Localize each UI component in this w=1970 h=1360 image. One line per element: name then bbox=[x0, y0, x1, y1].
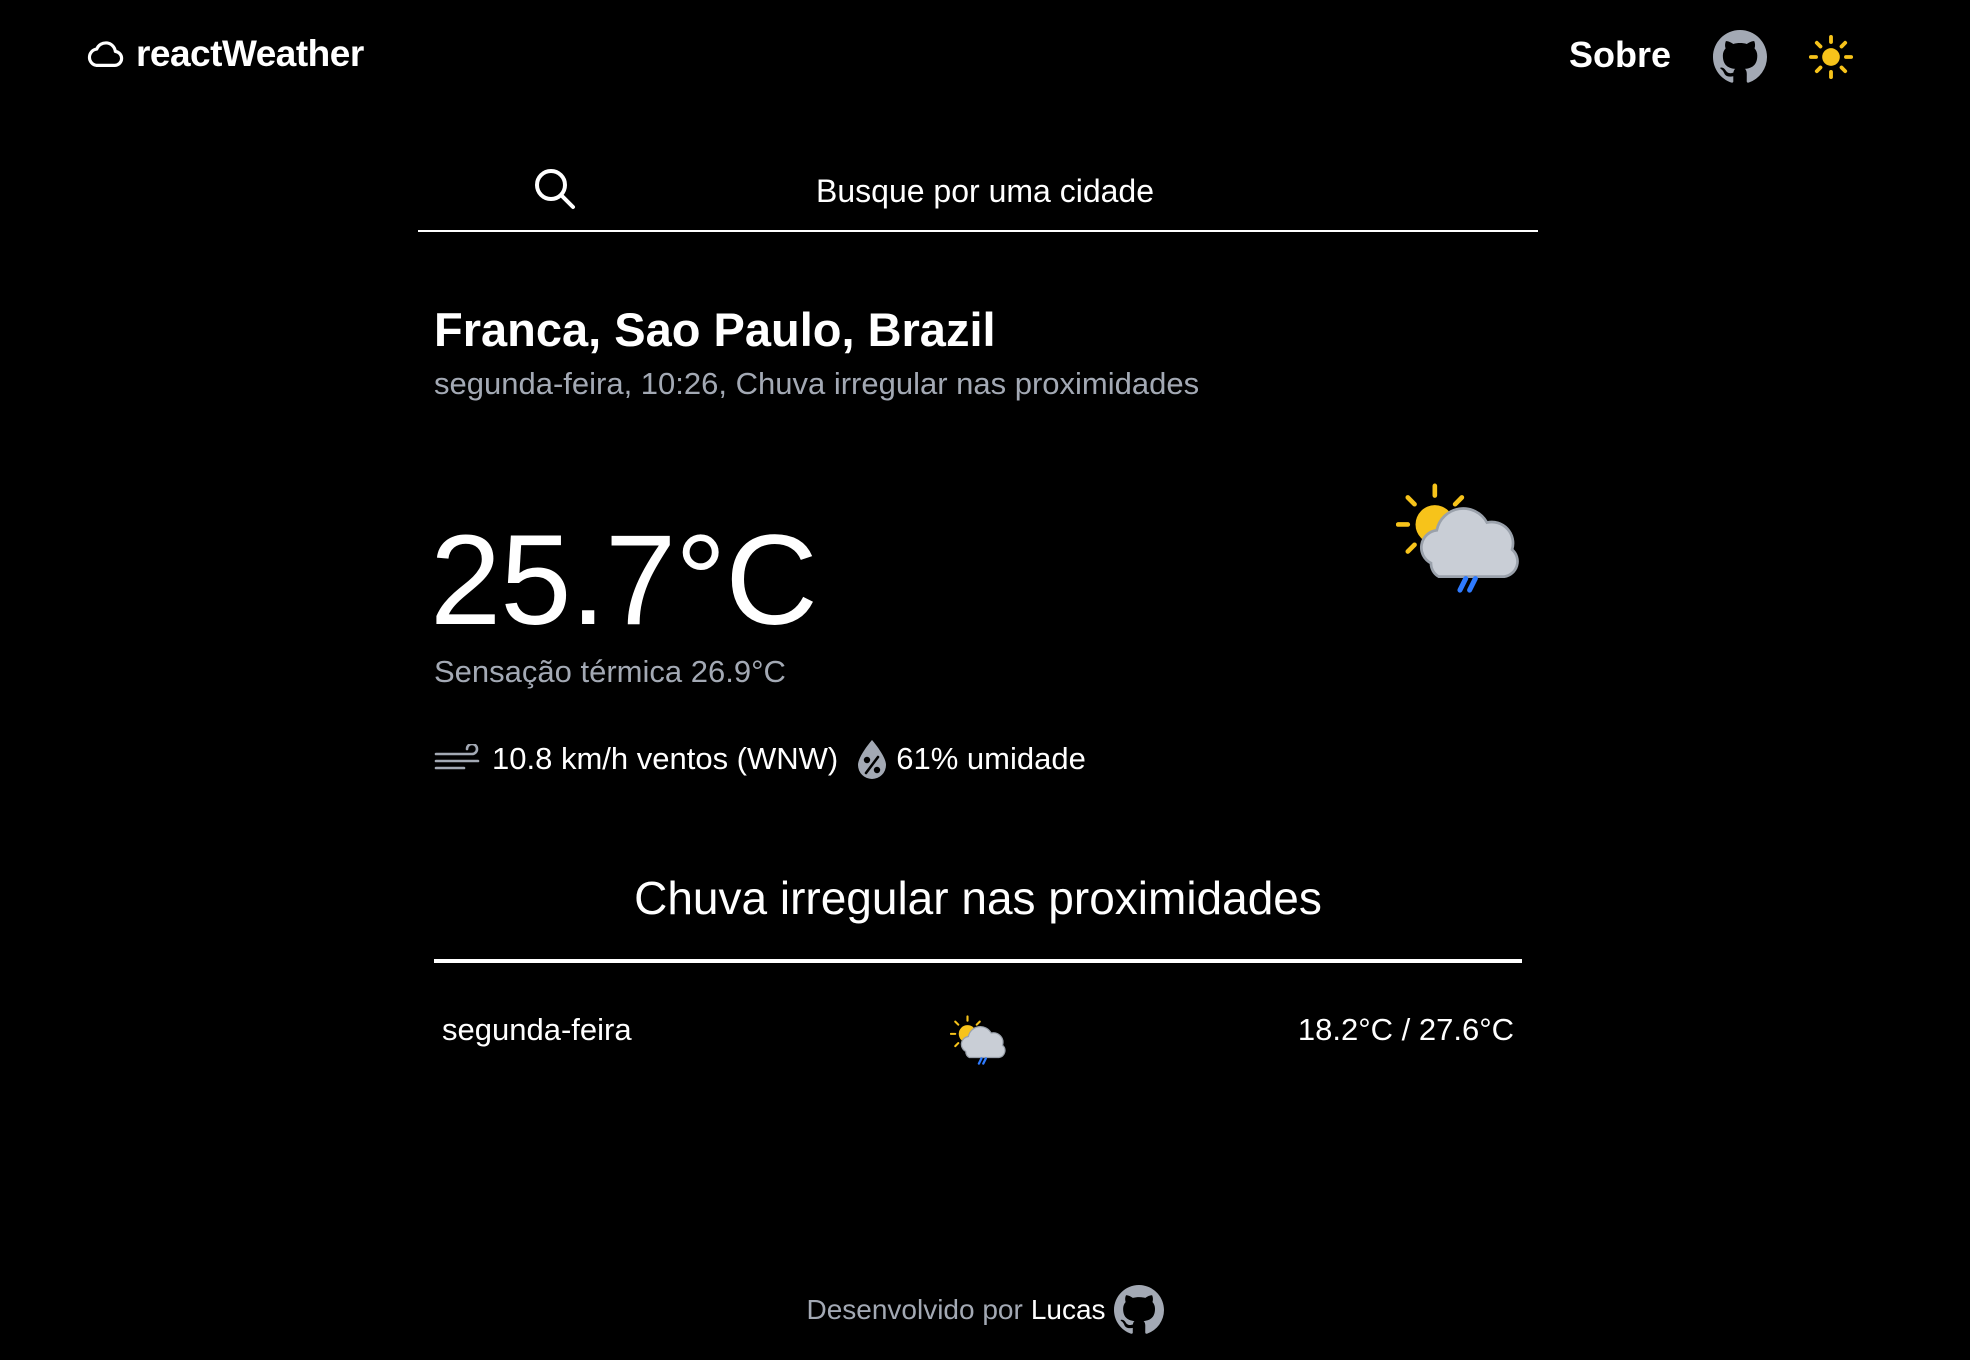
search-input[interactable] bbox=[618, 160, 1352, 222]
theme-toggle-button[interactable] bbox=[1808, 34, 1854, 80]
footer-credit-text: Desenvolvido por bbox=[806, 1294, 1023, 1325]
weather-condition-icon bbox=[1396, 482, 1520, 594]
search-bar bbox=[418, 158, 1538, 232]
feels-like: Sensação térmica 26.9°C bbox=[434, 654, 786, 689]
sun-icon bbox=[1808, 34, 1854, 80]
search-icon[interactable] bbox=[530, 164, 578, 212]
forecast-weather-icon bbox=[950, 1014, 1006, 1066]
weather-details: 10.8 km/h ventos (WNW) 61% umidade bbox=[434, 736, 1086, 782]
top-navbar: reactWeather Sobre bbox=[0, 0, 1970, 110]
forecast-min-max: 18.2°C / 27.6°C bbox=[1297, 1012, 1514, 1047]
brand-name: reactWeather bbox=[136, 33, 364, 74]
divider bbox=[434, 959, 1522, 963]
brand-logo[interactable]: reactWeather bbox=[84, 32, 364, 76]
footer-github-link[interactable] bbox=[1113, 1285, 1164, 1335]
wind-speed: 10.8 km/h ventos (WNW) bbox=[492, 741, 839, 776]
sun-cloud-rain-icon bbox=[1396, 483, 1519, 593]
condition-heading: Chuva irregular nas proximidades bbox=[634, 872, 1322, 924]
forecast-row: segunda-feira 18.2°C / 27.6°C bbox=[434, 994, 1522, 1076]
github-icon bbox=[1113, 1285, 1164, 1334]
nav-about-link[interactable]: Sobre bbox=[1560, 28, 1680, 82]
forecast-day: segunda-feira bbox=[442, 1012, 632, 1047]
footer: Desenvolvido por Lucas bbox=[0, 1284, 1970, 1336]
current-temperature: 25.7°C bbox=[430, 509, 818, 652]
humidity-value: 61% umidade bbox=[896, 741, 1086, 776]
sun-cloud-rain-icon bbox=[950, 1015, 1006, 1065]
date-condition-subtitle: segunda-feira, 10:26, Chuva irregular na… bbox=[434, 366, 1200, 401]
footer-author-link[interactable]: Lucas bbox=[1031, 1294, 1106, 1326]
github-icon bbox=[1713, 30, 1767, 83]
github-link[interactable] bbox=[1713, 30, 1767, 84]
humidity-icon bbox=[854, 738, 890, 780]
location-title: Franca, Sao Paulo, Brazil bbox=[434, 303, 996, 356]
cloud-icon bbox=[87, 41, 124, 67]
wind-icon bbox=[434, 744, 484, 774]
